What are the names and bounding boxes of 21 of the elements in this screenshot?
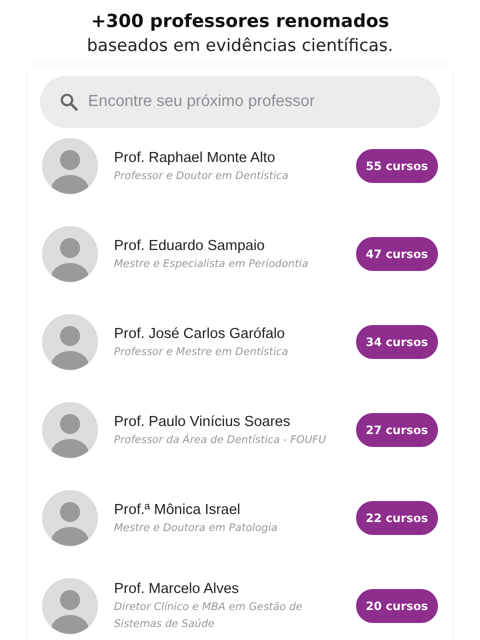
professor-title: Professor da Área de Dentística - FOUFU	[114, 432, 328, 448]
professor-title: Mestre e Especialista em Periodontia	[114, 256, 310, 272]
professor-title: Diretor Clínico e MBA em Gestão de Sistemas de Saúde	[114, 600, 304, 632]
professor-name: Prof. Raphael Monte Alto	[114, 148, 276, 168]
headline: +300 professores renomados	[90, 10, 390, 34]
courses-button[interactable]: 22 cursos	[356, 501, 438, 535]
search-field[interactable]: Encontre seu próximo professor	[40, 76, 440, 128]
professor-title: Professor e Mestre em Dentística	[114, 344, 290, 360]
professor-name: Prof. Paulo Vinícius Soares	[114, 412, 292, 432]
professor-title: Professor e Doutor em Dentística	[114, 168, 290, 184]
professor-name: Prof. Marcelo Alves	[114, 580, 240, 599]
professor-name: Prof.ª Mônica Israel	[114, 500, 242, 520]
courses-button[interactable]: 27 cursos	[356, 413, 438, 447]
courses-button[interactable]: 47 cursos	[356, 237, 438, 271]
professor-name: Prof. Eduardo Sampaio	[114, 236, 266, 256]
courses-button[interactable]: 20 cursos	[356, 589, 438, 623]
courses-button[interactable]: 34 cursos	[356, 325, 438, 359]
courses-button[interactable]: 55 cursos	[356, 149, 438, 183]
professor-name: Prof. José Carlos Garófalo	[114, 324, 286, 344]
professor-title: Mestre e Doutora em Patologia	[114, 520, 279, 536]
subheadline: baseados em evidências científicas.	[86, 35, 394, 58]
